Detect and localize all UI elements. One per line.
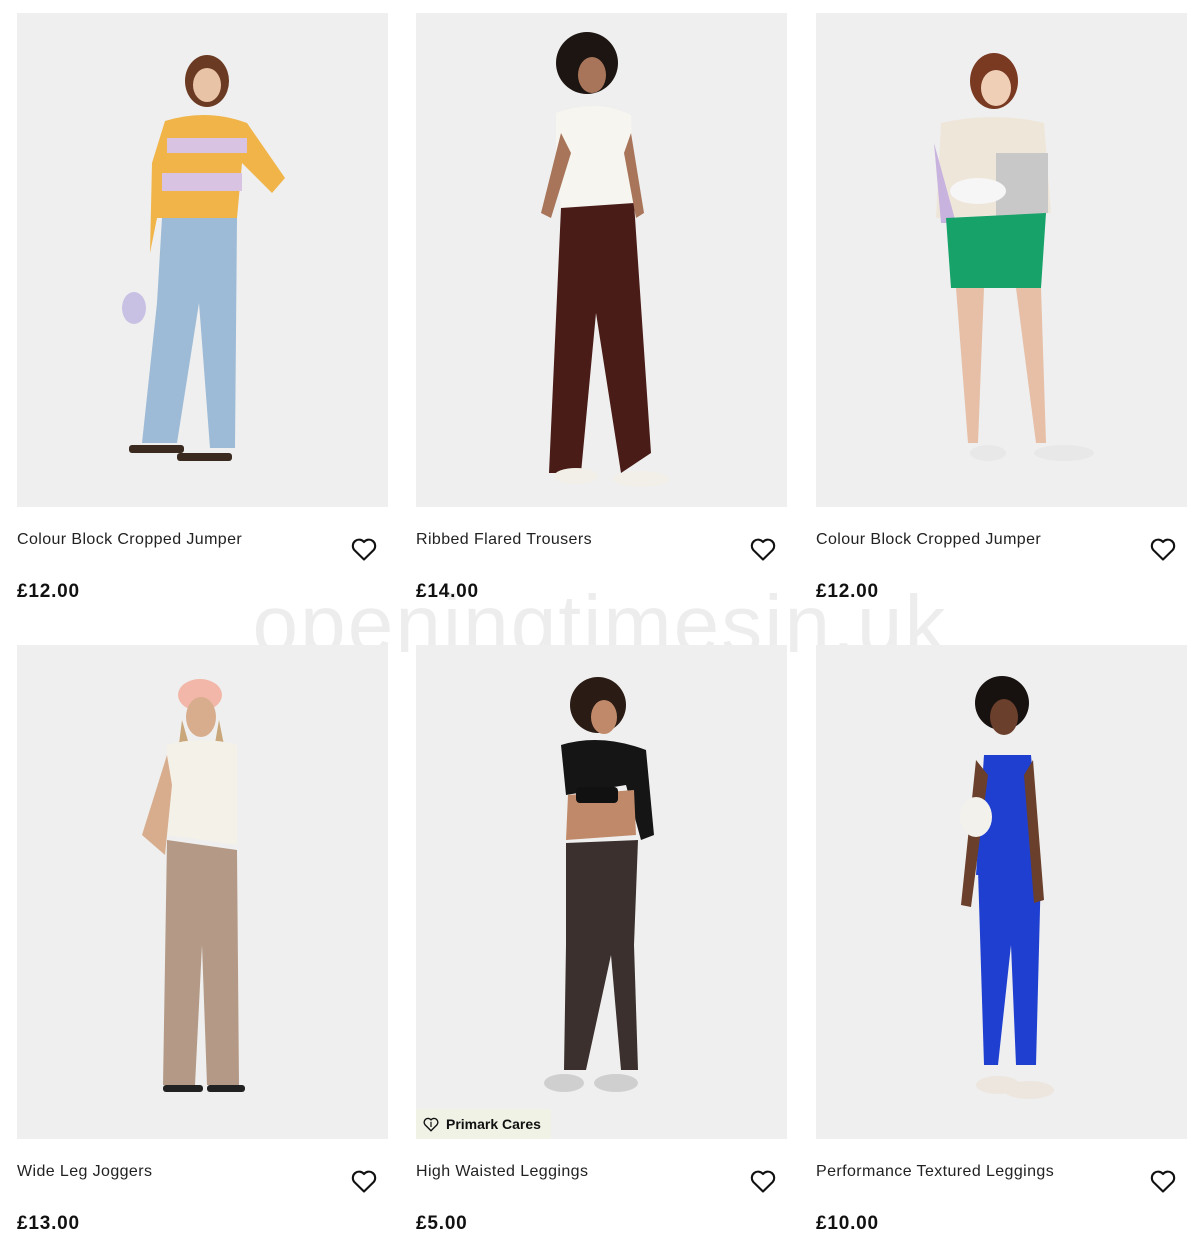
product-card[interactable]: Colour Block Cropped Jumper £12.00 [816, 13, 1187, 602]
wishlist-heart-icon[interactable] [1149, 1167, 1177, 1195]
wishlist-heart-icon[interactable] [749, 1167, 777, 1195]
product-card[interactable]: Colour Block Cropped Jumper £12.00 [17, 13, 388, 602]
product-card[interactable]: Primark Cares High Waisted Leggings £5.0… [416, 645, 787, 1234]
product-image[interactable] [816, 645, 1187, 1139]
product-image[interactable]: Primark Cares [416, 645, 787, 1139]
product-name[interactable]: Performance Textured Leggings [816, 1163, 1054, 1181]
wishlist-heart-icon[interactable] [350, 535, 378, 563]
product-card[interactable]: Ribbed Flared Trousers £14.00 [416, 13, 787, 602]
product-price: £13.00 [17, 1213, 80, 1234]
product-name[interactable]: Ribbed Flared Trousers [416, 531, 592, 549]
wishlist-heart-icon[interactable] [350, 1167, 378, 1195]
product-image[interactable] [816, 13, 1187, 507]
primark-cares-badge: Primark Cares [416, 1109, 551, 1139]
product-price: £14.00 [416, 581, 479, 602]
badge-label: Primark Cares [446, 1116, 541, 1132]
product-image[interactable] [17, 13, 388, 507]
product-price: £10.00 [816, 1213, 879, 1234]
wishlist-heart-icon[interactable] [749, 535, 777, 563]
product-price: £12.00 [17, 581, 80, 602]
product-price: £5.00 [416, 1213, 468, 1234]
product-price: £12.00 [816, 581, 879, 602]
product-name[interactable]: Colour Block Cropped Jumper [816, 531, 1041, 549]
product-name[interactable]: Colour Block Cropped Jumper [17, 531, 242, 549]
product-image[interactable] [416, 13, 787, 507]
heart-leaf-icon [423, 1117, 439, 1132]
product-name[interactable]: Wide Leg Joggers [17, 1163, 152, 1181]
product-card[interactable]: Performance Textured Leggings £10.00 [816, 645, 1187, 1234]
product-image[interactable] [17, 645, 388, 1139]
product-name[interactable]: High Waisted Leggings [416, 1163, 588, 1181]
product-card[interactable]: Wide Leg Joggers £13.00 [17, 645, 388, 1234]
wishlist-heart-icon[interactable] [1149, 535, 1177, 563]
